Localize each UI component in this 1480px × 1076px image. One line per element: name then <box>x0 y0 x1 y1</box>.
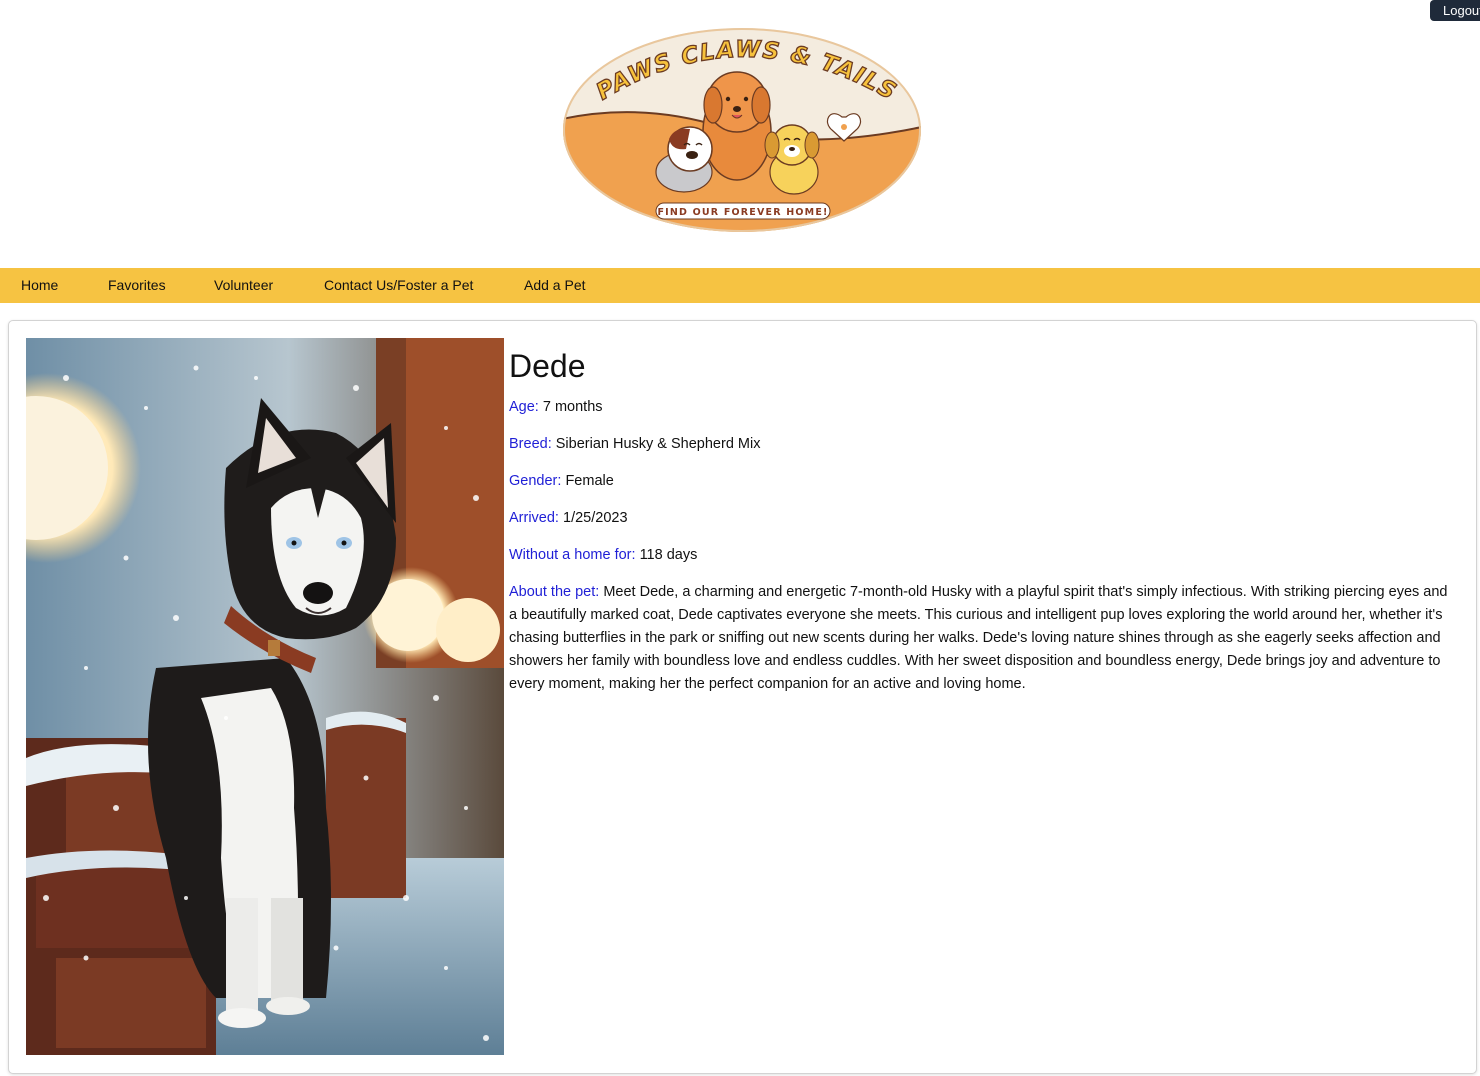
pet-arrived-field: Arrived: 1/25/2023 <box>509 507 1454 530</box>
without-home-label: Without a home for: <box>509 547 636 563</box>
pet-age-field: Age: 7 months <box>509 396 1454 419</box>
logo-tagline: FIND OUR FOREVER HOME! <box>657 207 828 218</box>
gender-label: Gender: <box>509 473 562 489</box>
pet-detail-card: Dede Age: 7 months Breed: Siberian Husky… <box>8 320 1477 1074</box>
pet-info: Dede Age: 7 months Breed: Siberian Husky… <box>509 338 1454 696</box>
arrived-value: 1/25/2023 <box>563 510 628 526</box>
main-nav: Home Favorites Volunteer Contact Us/Fost… <box>0 268 1480 303</box>
breed-label: Breed: <box>509 436 552 452</box>
gender-value: Female <box>565 473 614 489</box>
about-label: About the pet: <box>509 584 600 600</box>
nav-volunteer[interactable]: Volunteer <box>214 268 273 303</box>
site-header: PAWS CLAWS & TAILS FIND OUR FOREVER HOME… <box>0 0 1480 268</box>
age-value: 7 months <box>542 399 603 415</box>
nav-favorites[interactable]: Favorites <box>108 268 166 303</box>
breed-value: Siberian Husky & Shepherd Mix <box>555 436 761 452</box>
nav-home[interactable]: Home <box>21 268 58 303</box>
arrived-label: Arrived: <box>509 510 559 526</box>
about-value: Meet Dede, a charming and energetic 7-mo… <box>509 584 1448 692</box>
pet-about-field: About the pet: Meet Dede, a charming and… <box>509 581 1454 696</box>
paws-claws-tails-logo[interactable]: PAWS CLAWS & TAILS FIND OUR FOREVER HOME… <box>562 27 922 233</box>
pet-photo <box>26 338 504 1055</box>
without-home-value: 118 days <box>639 547 698 563</box>
pet-gender-field: Gender: Female <box>509 470 1454 493</box>
pet-name: Dede <box>509 348 586 384</box>
age-label: Age: <box>509 399 539 415</box>
pet-breed-field: Breed: Siberian Husky & Shepherd Mix <box>509 433 1454 456</box>
pet-without-home-field: Without a home for: 118 days <box>509 544 1454 567</box>
nav-contact-foster[interactable]: Contact Us/Foster a Pet <box>324 268 473 303</box>
nav-add-pet[interactable]: Add a Pet <box>524 268 586 303</box>
